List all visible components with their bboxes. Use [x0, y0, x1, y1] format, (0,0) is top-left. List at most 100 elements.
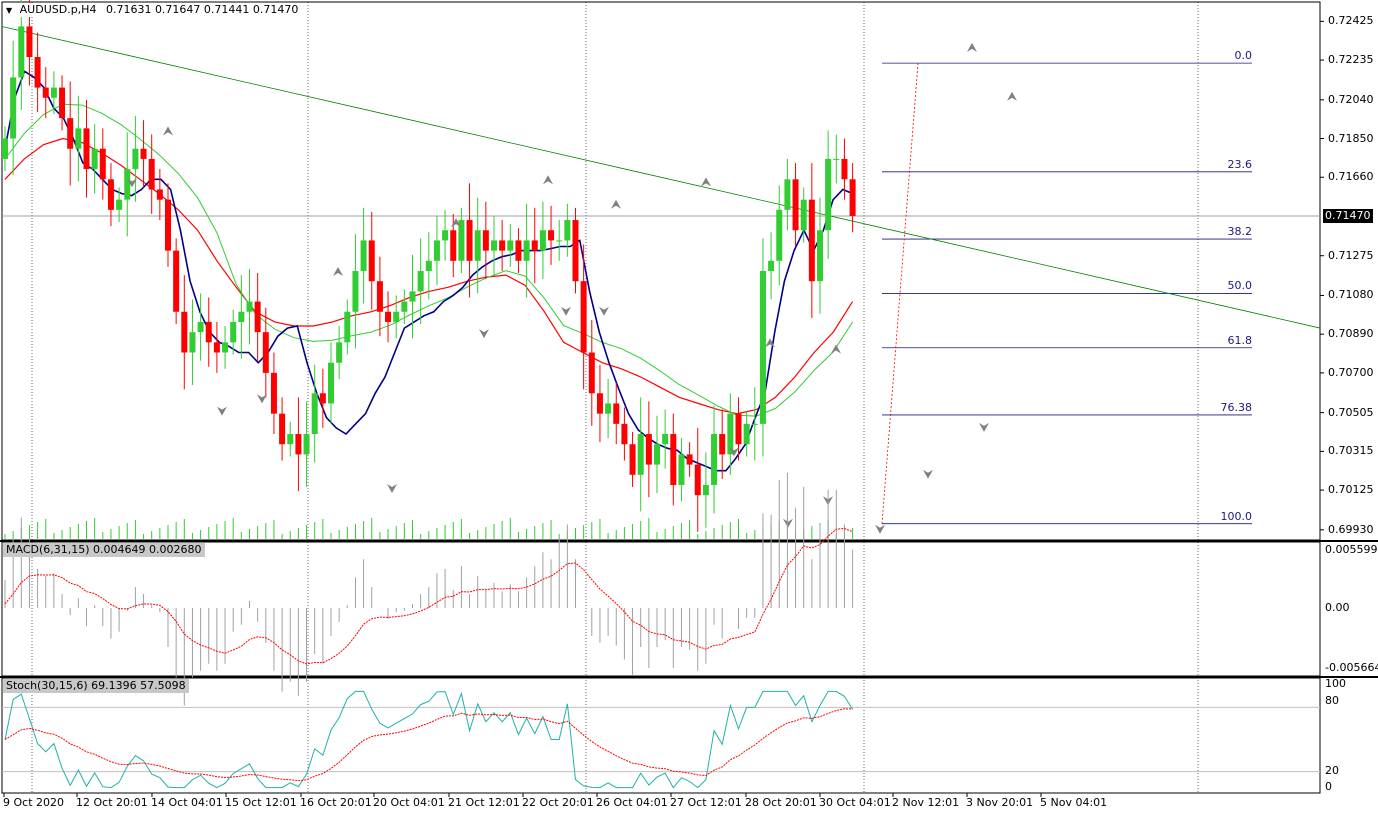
macd-tick-label: 0.00: [1325, 601, 1350, 614]
candle-body: [482, 230, 489, 251]
time-tick-label: 21 Oct 12:01: [448, 796, 520, 809]
candle-body: [531, 240, 538, 251]
candle-body: [759, 271, 766, 424]
collapse-triangle-icon[interactable]: ▼: [6, 6, 12, 15]
candle-body: [466, 220, 473, 261]
candle-body: [564, 220, 571, 241]
price-tick-label: 0.71850: [1328, 131, 1374, 145]
candle-body: [336, 342, 343, 363]
time-tick-label: 28 Oct 20:01: [745, 796, 817, 809]
candle-body: [825, 158, 832, 231]
candle-body: [637, 434, 644, 475]
trendline[interactable]: [1, 26, 1321, 329]
time-tick-label: 26 Oct 04:01: [596, 796, 668, 809]
candle-body: [686, 454, 693, 465]
candle-body: [474, 230, 481, 261]
candle-body: [401, 301, 408, 312]
candle-body: [548, 230, 555, 241]
fib-level-label: 23.6: [1227, 157, 1253, 171]
candle-body: [140, 148, 147, 159]
candle-body: [148, 158, 155, 190]
price-tick-label: 0.70890: [1328, 327, 1374, 341]
price-tick-label: 0.70505: [1328, 405, 1374, 419]
candle-body: [417, 271, 424, 292]
macd-tick-label: -0.005664: [1325, 661, 1378, 674]
candle-body: [735, 413, 742, 445]
candle-body: [817, 230, 823, 282]
candle-body: [173, 250, 180, 312]
fib-level-label: 76.38: [1220, 400, 1253, 414]
candle-body: [368, 240, 375, 282]
candle-body: [197, 321, 204, 333]
candle-body: [743, 423, 750, 445]
candle-body: [711, 434, 718, 485]
panel-frames: [0, 1, 1378, 794]
candle-body: [515, 240, 522, 261]
trading-chart[interactable]: [0, 0, 1378, 814]
candle-body: [645, 434, 652, 465]
candle-body: [833, 158, 840, 160]
candle-body: [156, 189, 163, 200]
volume-bars: [4, 518, 854, 540]
candle-body: [376, 281, 383, 312]
axis-ticks: [3, 20, 1324, 797]
candle-body: [784, 179, 791, 210]
candle-body: [808, 199, 815, 282]
fib-level-label: 50.0: [1227, 279, 1253, 293]
stoch-tick-label: 0: [1325, 780, 1332, 793]
symbol-label: AUDUSD.p,H4: [19, 3, 97, 16]
downtrend-line: [1, 26, 1321, 329]
candle-body: [433, 240, 440, 261]
candle-body: [262, 332, 269, 373]
candle-body: [662, 434, 669, 445]
time-tick-label: 2 Nov 12:01: [892, 796, 960, 809]
candle-body: [719, 434, 726, 455]
candle-body: [360, 240, 367, 271]
stoch-title: Stoch(30,15,6) 69.1396 57.5098: [3, 679, 189, 693]
candle-body: [279, 413, 286, 445]
fractal-arrow-icon: [1007, 91, 1017, 101]
fractal-arrows: [15, 6, 1017, 534]
price-tick-label: 0.70315: [1328, 444, 1374, 458]
candle-body: [352, 271, 359, 312]
time-tick-label: 14 Oct 04:01: [151, 796, 223, 809]
price-tick-label: 0.71660: [1328, 170, 1374, 184]
candle-body: [116, 199, 123, 210]
candle-body: [596, 393, 603, 414]
fractal-arrow-icon: [543, 175, 553, 185]
candle-body: [75, 128, 82, 149]
time-tick-label: 30 Oct 04:01: [819, 796, 891, 809]
fibonacci-retracement[interactable]: [881, 62, 1252, 525]
fractal-arrow-icon: [979, 422, 989, 432]
candle-body: [91, 148, 98, 170]
candle-body: [849, 179, 856, 216]
time-tick-label: 3 Nov 20:01: [966, 796, 1034, 809]
candle-body: [572, 220, 579, 282]
fib-level-label: 38.2: [1227, 225, 1253, 239]
candle-body: [670, 434, 677, 485]
candle-body: [222, 342, 229, 353]
candle-body: [319, 393, 326, 404]
candle-body: [254, 301, 261, 333]
candle-body: [385, 311, 392, 322]
time-tick-label: 22 Oct 20:01: [522, 796, 594, 809]
stoch-tick-label: 100: [1325, 677, 1346, 690]
candle-body: [588, 352, 595, 394]
fib-level-label: 100.0: [1220, 509, 1253, 523]
price-tick-label: 0.71275: [1328, 248, 1374, 262]
candle-body: [800, 199, 807, 231]
candle-body: [50, 87, 57, 98]
candle-body: [246, 301, 253, 312]
candle-body: [270, 372, 277, 414]
fractal-arrow-icon: [479, 329, 489, 339]
candle-body: [605, 403, 612, 414]
candle-body: [205, 321, 212, 343]
candle-body: [556, 240, 563, 242]
candle-body: [124, 169, 131, 200]
price-tick-label: 0.69930: [1328, 522, 1374, 536]
candle-body: [751, 423, 758, 425]
time-tick-label: 15 Oct 12:01: [225, 796, 297, 809]
macd-tick-label: 0.005599: [1325, 543, 1378, 556]
candle-body: [450, 230, 457, 261]
candle-body: [303, 434, 310, 455]
